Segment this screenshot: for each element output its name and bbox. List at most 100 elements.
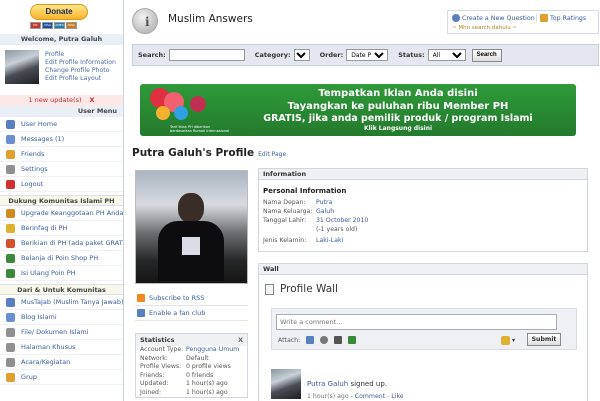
sidebar-item-label[interactable]: Grup: [21, 373, 37, 381]
statistics-row: Updated: 1 hour(s) ago: [136, 380, 247, 389]
information-row: (-1 years old): [263, 226, 357, 233]
avatar[interactable]: [5, 50, 39, 84]
enable-fan-club-link[interactable]: Enable a fan club: [149, 309, 205, 317]
sidebar-item-label[interactable]: Settings: [21, 165, 48, 173]
feed-time: 1 hour(s) ago: [307, 393, 349, 400]
main-content: i Muslim Answers Create a New Question T…: [124, 0, 600, 401]
feed-user-link[interactable]: Putra Galuh: [307, 380, 348, 388]
sidebar-item[interactable]: Berinfaq di PH: [0, 221, 123, 236]
sidebar-item[interactable]: Upgrade Keanggotaan PH Anda: [0, 206, 123, 221]
statistics-row: Account Type: Pengguna Umum: [136, 346, 247, 355]
sidebar-item-label[interactable]: User Home: [21, 120, 57, 128]
status-select[interactable]: All: [427, 49, 466, 61]
sidebar-item-label[interactable]: Friends: [21, 150, 44, 158]
update-notice[interactable]: 1 new update(s) X: [0, 95, 123, 106]
category-select[interactable]: [293, 49, 310, 61]
lock-icon[interactable]: [501, 336, 510, 345]
like-link[interactable]: Like: [391, 393, 403, 400]
photo-attach-icon[interactable]: [306, 336, 315, 344]
sidebar-item-label[interactable]: Upgrade Keanggotaan PH Anda: [21, 209, 123, 217]
statistics-value: 1 hour(s) ago: [186, 380, 228, 387]
sidebar-item-label[interactable]: Messages (1): [21, 135, 64, 143]
heart-icon: [174, 106, 188, 120]
sidebar-item[interactable]: Isi Ulang Poin PH: [0, 266, 123, 281]
chevron-down-icon[interactable]: ▾: [512, 337, 515, 344]
comment-input[interactable]: [276, 314, 557, 330]
sidebar-item[interactable]: Friends: [0, 147, 123, 162]
sidebar-item-label[interactable]: Acara/Kegiatan: [21, 358, 70, 366]
sidebar-item[interactable]: Belanja di Poin Shop PH: [0, 251, 123, 266]
section-header-community: Dari & Untuk Komunitas: [0, 284, 123, 295]
profile-title: Putra Galuh's Profile Edit Page: [132, 147, 287, 159]
information-value[interactable]: Putra: [316, 199, 332, 206]
statistics-value: 0 profile views: [186, 363, 231, 370]
information-value[interactable]: Galuh: [316, 208, 334, 215]
statistics-row: Joined: 1 hour(s) ago: [136, 389, 247, 398]
sidebar-item-label[interactable]: Isi Ulang Poin PH: [21, 269, 76, 277]
donate-area: Donate MC VISA AMEX DISC: [0, 0, 123, 34]
statistics-value[interactable]: Pengguna Umum: [186, 346, 239, 355]
banner-line-4[interactable]: Klik Langsung disini: [220, 125, 576, 132]
sidebar-item-label[interactable]: Berikian di PH (ada paket GRATIS): [21, 239, 123, 247]
create-question-link[interactable]: Create a New Question: [452, 14, 535, 22]
information-key: Tanggal Lahir:: [263, 217, 307, 224]
sidebar-item[interactable]: File/ Dokumen Islami: [0, 325, 123, 340]
file-attach-icon[interactable]: [348, 336, 357, 344]
sidebar-item[interactable]: Blog Islami: [0, 310, 123, 325]
sidebar-item-label[interactable]: Blog Islami: [21, 313, 57, 321]
ad-banner[interactable]: Tarif Iklan PH diberikan berdasarkan Rum…: [140, 84, 576, 136]
search-input[interactable]: [168, 49, 245, 61]
change-profile-photo-link[interactable]: Change Profile Photo: [45, 67, 116, 75]
edit-page-link[interactable]: Edit Page: [258, 151, 286, 158]
group-icon: [6, 372, 15, 382]
logout-icon: [6, 179, 15, 189]
sidebar-item[interactable]: User Home: [0, 117, 123, 132]
sidebar-item[interactable]: Settings: [0, 162, 123, 177]
sidebar-item[interactable]: Messages (1): [0, 132, 123, 147]
top-ratings-link[interactable]: Top Ratings: [536, 14, 586, 22]
close-icon[interactable]: X: [238, 334, 243, 346]
subscribe-rss-link[interactable]: Subscribe to RSS: [149, 294, 204, 302]
sidebar-item[interactable]: Berikian di PH (ada paket GRATIS): [0, 236, 123, 251]
sidebar-item[interactable]: Grup: [0, 370, 123, 385]
profile-link[interactable]: Profile: [45, 51, 116, 59]
update-text[interactable]: 1 new update(s): [28, 96, 81, 104]
visa-icon: VISA: [42, 22, 53, 29]
information-value[interactable]: 31 October 2010: [316, 217, 368, 224]
submit-button[interactable]: Submit: [527, 333, 561, 346]
sidebar-item-label[interactable]: Halaman Khusus: [21, 343, 76, 351]
sidebar-item[interactable]: Halaman Khusus: [0, 340, 123, 355]
profile-actions: Subscribe to RSS Enable a fan club: [135, 291, 248, 321]
sidebar-item[interactable]: Acara/Kegiatan: [0, 355, 123, 370]
edit-profile-information-link[interactable]: Edit Profile Information: [45, 59, 116, 67]
information-panel: Information Personal Information Nama De…: [258, 168, 588, 252]
search-button[interactable]: Search: [471, 48, 502, 62]
sidebar-item-label[interactable]: Berinfaq di PH: [21, 224, 67, 232]
sidebar-item-label[interactable]: Belanja di Poin Shop PH: [21, 254, 98, 262]
information-value[interactable]: Laki-Laki: [316, 237, 343, 244]
banner-line-2: Tayangkan ke puluhan ribu Member PH: [287, 101, 509, 112]
statistics-row: Network: Default: [136, 355, 247, 364]
avatar[interactable]: [271, 369, 301, 399]
edit-profile-layout-link[interactable]: Edit Profile Layout: [45, 75, 116, 83]
order-select[interactable]: Date Posted: [346, 49, 389, 61]
blog-icon: [6, 312, 15, 322]
subscribe-rss-item[interactable]: Subscribe to RSS: [135, 291, 248, 306]
points-icon: [6, 268, 15, 278]
discover-icon: DISC: [66, 22, 77, 29]
close-icon[interactable]: X: [90, 96, 95, 104]
sidebar-item[interactable]: Logout: [0, 177, 123, 192]
video-attach-icon[interactable]: [334, 336, 343, 344]
sidebar-item-label[interactable]: File/ Dokumen Islami: [21, 328, 89, 336]
community-menu: MusTaJab (Muslim Tanya Jawab) Blog Islami…: [0, 295, 123, 385]
link-attach-icon[interactable]: [320, 336, 329, 344]
sidebar-item-label[interactable]: Logout: [21, 180, 43, 188]
attach-bar: Attach:: [278, 336, 357, 344]
sidebar-item-label[interactable]: MusTaJab (Muslim Tanya Jawab): [21, 298, 123, 306]
donate-button[interactable]: Donate: [30, 4, 88, 20]
sidebar-item[interactable]: MusTaJab (Muslim Tanya Jawab): [0, 295, 123, 310]
order-label: Order:: [319, 51, 344, 59]
comment-link[interactable]: Comment: [355, 393, 385, 400]
fan-club-item[interactable]: Enable a fan club: [135, 306, 248, 321]
support-menu: Upgrade Keanggotaan PH Anda Berinfaq di P…: [0, 206, 123, 281]
